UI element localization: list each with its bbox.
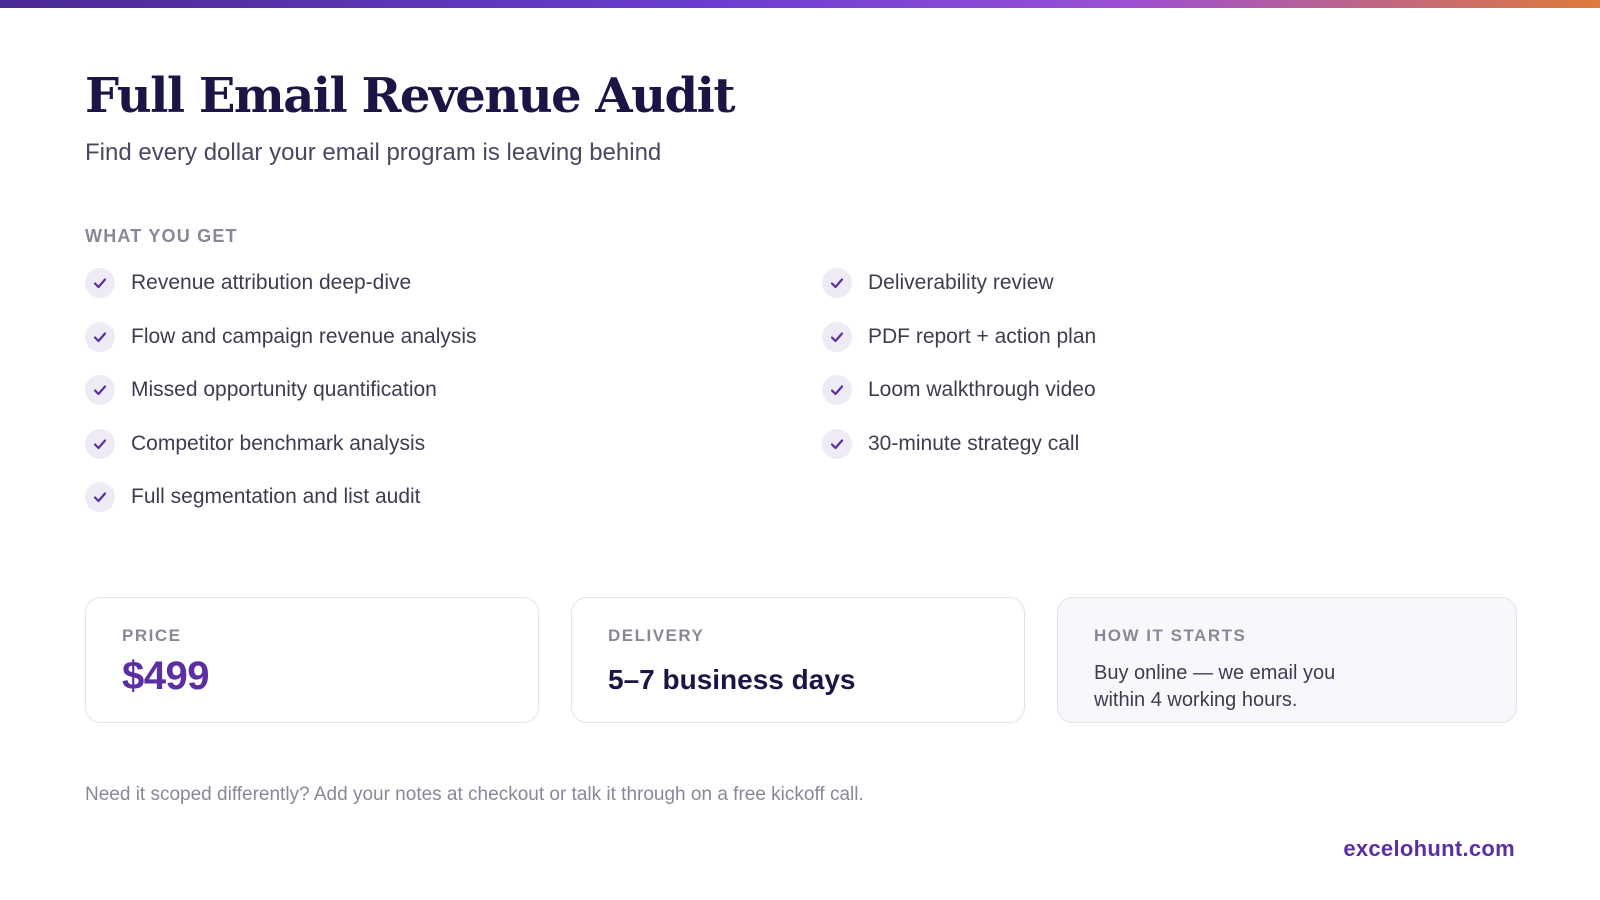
feature-text: Competitor benchmark analysis [131, 431, 426, 455]
feature-item: Loom walkthrough video [822, 375, 1096, 405]
feature-text: PDF report + action plan [868, 324, 1097, 348]
check-icon [85, 268, 115, 298]
check-icon [822, 268, 852, 298]
feature-text: Deliverability review [868, 271, 1054, 294]
check-icon [822, 375, 852, 405]
feature-text: Missed opportunity quantification [131, 378, 437, 401]
feature-item: 30-minute strategy call [822, 428, 1096, 459]
feature-item: Deliverability review [822, 268, 1096, 298]
feature-item: Competitor benchmark analysis [85, 428, 477, 459]
footnote: Need it scoped differently? Add your not… [85, 784, 864, 805]
price-value: $499 [122, 654, 209, 698]
feature-item: Full segmentation and list audit [85, 482, 477, 512]
how-it-starts-value: Buy online — we email you within 4 worki… [1094, 662, 1336, 711]
check-icon [85, 375, 115, 405]
check-icon [85, 321, 115, 352]
features-list-left: Revenue attribution deep-dive Flow and c… [85, 268, 477, 536]
feature-text: Loom walkthrough video [868, 378, 1096, 401]
feature-text: Revenue attribution deep-dive [131, 271, 412, 294]
check-icon [85, 428, 115, 459]
feature-text: Full segmentation and list audit [131, 485, 421, 508]
check-icon [85, 482, 115, 512]
page-title: Full Email Revenue Audit [85, 68, 735, 124]
delivery-label: DELIVERY [608, 626, 705, 645]
how-it-starts-card: HOW IT STARTS Buy online — we email you … [1057, 597, 1517, 723]
feature-item: Missed opportunity quantification [85, 375, 477, 405]
feature-text: 30-minute strategy call [868, 431, 1080, 455]
delivery-card: DELIVERY 5–7 business days [571, 597, 1025, 723]
feature-item: Revenue attribution deep-dive [85, 268, 477, 298]
features-list-right: Deliverability review PDF report + actio… [822, 268, 1096, 482]
check-icon [822, 428, 852, 459]
how-it-starts-label: HOW IT STARTS [1094, 626, 1247, 645]
page-subtitle: Find every dollar your email program is … [85, 139, 662, 166]
feature-item: Flow and campaign revenue analysis [85, 321, 477, 352]
feature-text: Flow and campaign revenue analysis [131, 324, 477, 348]
feature-item: PDF report + action plan [822, 321, 1097, 352]
section-label-what-you-get: WHAT YOU GET [85, 226, 238, 246]
brand-url[interactable]: excelohunt.com [1343, 836, 1515, 862]
price-label: PRICE [122, 626, 182, 645]
delivery-value: 5–7 business days [608, 664, 856, 695]
check-icon [822, 321, 852, 352]
price-card: PRICE $499 [85, 597, 539, 723]
top-gradient-bar [0, 0, 1600, 8]
